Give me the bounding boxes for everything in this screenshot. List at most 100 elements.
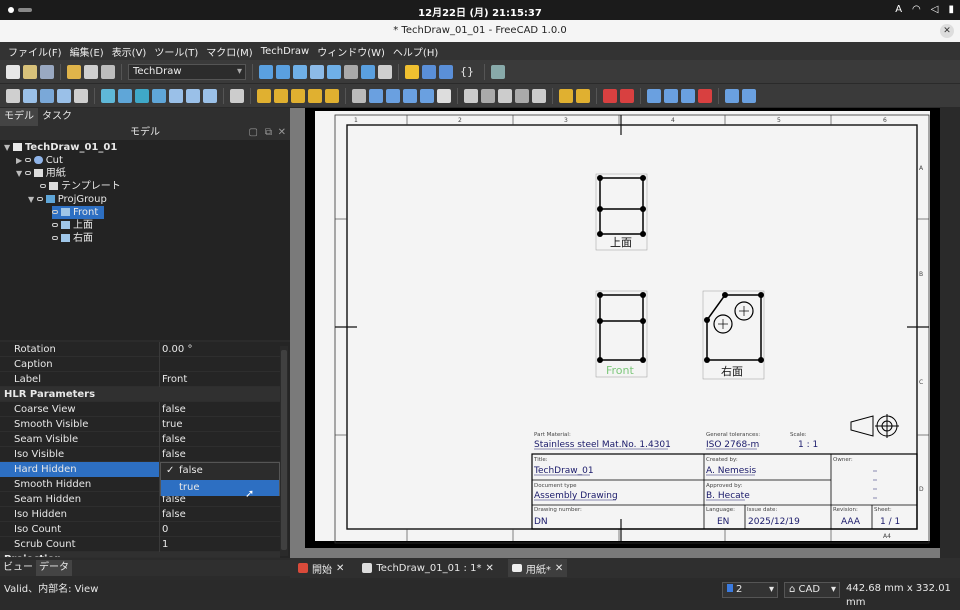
clip-icon[interactable] <box>681 88 695 103</box>
line-icon[interactable] <box>725 88 739 103</box>
zoom-icon[interactable] <box>361 64 375 79</box>
edit-icon[interactable] <box>515 88 529 103</box>
[interactable] <box>532 88 546 103</box>
property-group-projection[interactable]: Projection <box>0 552 280 558</box>
menu-help[interactable]: ヘルプ(H) <box>389 44 442 59</box>
collapse-arrow-icon[interactable]: ▼ <box>28 195 37 204</box>
insert-arch-view-icon[interactable] <box>135 88 149 103</box>
insert-bitmap-icon[interactable] <box>186 88 200 103</box>
property-scrollbar[interactable] <box>280 346 288 556</box>
tab-data[interactable]: データ <box>36 560 72 576</box>
extent-dim-icon[interactable] <box>325 88 339 103</box>
whats-this-icon[interactable] <box>491 64 505 79</box>
tree-item-document[interactable]: ▼ TechDraw_01_01 <box>4 141 117 154</box>
close-panel-icon[interactable]: ✕ <box>278 126 286 140</box>
vertex-icon[interactable] <box>481 88 495 103</box>
[interactable] <box>576 88 590 103</box>
tree-item-page[interactable]: ▼ 用紙 <box>16 167 66 180</box>
dropdown-option-true[interactable]: true <box>161 480 279 496</box>
cosmetic-line-icon[interactable] <box>386 88 400 103</box>
balloon-icon[interactable] <box>420 88 434 103</box>
tree-item-front[interactable]: Front <box>52 206 105 219</box>
menu-view[interactable]: 表示(V) <box>108 44 151 59</box>
dropdown-option-false[interactable]: ✓ false <box>161 463 279 479</box>
insert-page-icon[interactable] <box>6 88 20 103</box>
angle-dim-icon[interactable] <box>291 88 305 103</box>
fit-all-icon[interactable] <box>259 64 273 79</box>
fit-selection-icon[interactable] <box>276 64 290 79</box>
hard-hidden-dropdown[interactable]: ✓ false true ➚ <box>160 462 280 500</box>
property-row[interactable]: Label Front <box>0 372 280 387</box>
folder-icon[interactable] <box>422 64 436 79</box>
redo-icon[interactable] <box>84 64 98 79</box>
menu-window[interactable]: ウィンドウ(W) <box>313 44 389 59</box>
arc-dim-icon[interactable] <box>308 88 322 103</box>
print-icon[interactable] <box>74 88 88 103</box>
part-icon[interactable] <box>405 64 419 79</box>
property-row[interactable]: Iso Count 0 <box>0 522 280 537</box>
property-row[interactable]: Smooth Visible true <box>0 417 280 432</box>
undefined[interactable] <box>742 88 756 103</box>
property-row[interactable]: Scrub Count 1 <box>0 537 280 552</box>
expand-arrow-icon[interactable]: ▶ <box>16 156 25 165</box>
measure-icon[interactable] <box>344 64 358 79</box>
doc-tab-document[interactable]: TechDraw_01_01 : 1* ✕ <box>358 559 497 577</box>
refresh-icon[interactable] <box>101 64 115 79</box>
std-views-icon[interactable] <box>327 64 341 79</box>
visibility-eye-icon[interactable] <box>24 158 31 162</box>
macro-braces-icon[interactable]: {} <box>456 65 478 78</box>
new-document-icon[interactable] <box>6 64 20 79</box>
tree-item-projgroup[interactable]: ▼ ProjGroup <box>28 193 107 206</box>
insert-section-icon[interactable] <box>57 88 71 103</box>
property-row[interactable]: Iso Hidden false <box>0 507 280 522</box>
pin-icon[interactable] <box>378 64 392 79</box>
drawing-sheet[interactable]: 1 2 3 4 5 6 A B C D 上面 Front 右面 Part Mat… <box>305 108 940 548</box>
menu-edit[interactable]: 編集(E) <box>66 44 108 59</box>
navigation-style-selector[interactable]: ⌂ CAD ▾ <box>784 582 840 598</box>
visibility-eye-icon[interactable] <box>24 171 31 175</box>
property-row[interactable]: Coarse View false <box>0 402 280 417</box>
visibility-eye-icon[interactable] <box>52 236 58 240</box>
insert-image-icon[interactable] <box>169 88 183 103</box>
axis-icon[interactable] <box>464 88 478 103</box>
tree-item-template[interactable]: テンプレート <box>40 180 121 193</box>
open-document-icon[interactable] <box>23 64 37 79</box>
close-tab-icon[interactable]: ✕ <box>485 563 493 574</box>
datum-icon[interactable] <box>559 88 573 103</box>
insert-view-icon[interactable] <box>23 88 37 103</box>
close-tab-icon[interactable]: ✕ <box>555 563 563 574</box>
menu-file[interactable]: ファイル(F) <box>4 44 66 59</box>
float-icon[interactable]: ⧉ <box>265 126 272 140</box>
property-row[interactable]: Caption <box>0 357 280 372</box>
annotation-icon[interactable] <box>230 88 244 103</box>
visibility-eye-icon[interactable] <box>36 197 43 201</box>
insert-active-view-icon[interactable] <box>101 88 115 103</box>
box-selection-icon[interactable] <box>310 64 324 79</box>
centerline-icon[interactable] <box>369 88 383 103</box>
collapse-arrow-icon[interactable]: ▼ <box>16 169 25 178</box>
[interactable] <box>437 88 451 103</box>
save-icon[interactable] <box>40 64 54 79</box>
notification-counter[interactable]: 2 ▾ <box>722 582 778 598</box>
menu-tools[interactable]: ツール(T) <box>150 44 202 59</box>
system-tray[interactable]: A ◠ ◁ ▮ <box>895 4 954 15</box>
lines-icon[interactable] <box>498 88 512 103</box>
insert-symbol-icon[interactable] <box>203 88 217 103</box>
volume-icon[interactable]: ◁ <box>931 4 939 15</box>
visibility-eye-icon[interactable] <box>52 210 58 214</box>
length-dim-icon[interactable] <box>257 88 271 103</box>
undo-icon[interactable] <box>67 64 81 79</box>
collapse-arrow-icon[interactable]: ▼ <box>4 143 13 152</box>
workbench-selector[interactable]: TechDraw <box>128 63 246 80</box>
menu-macro[interactable]: マクロ(M) <box>202 44 256 59</box>
drawing-vertical-scrollbar[interactable] <box>940 108 960 558</box>
dock-icon[interactable]: ▢ <box>249 126 258 140</box>
[interactable] <box>620 88 634 103</box>
hatch-icon[interactable] <box>403 88 417 103</box>
[interactable] <box>698 88 712 103</box>
battery-icon[interactable]: ▮ <box>948 4 954 15</box>
wifi-icon[interactable]: ◠ <box>912 4 921 15</box>
tab-task[interactable]: タスク <box>38 108 76 126</box>
property-row[interactable]: Iso Visible false <box>0 447 280 462</box>
tree-item-right[interactable]: 右面 <box>52 232 93 245</box>
